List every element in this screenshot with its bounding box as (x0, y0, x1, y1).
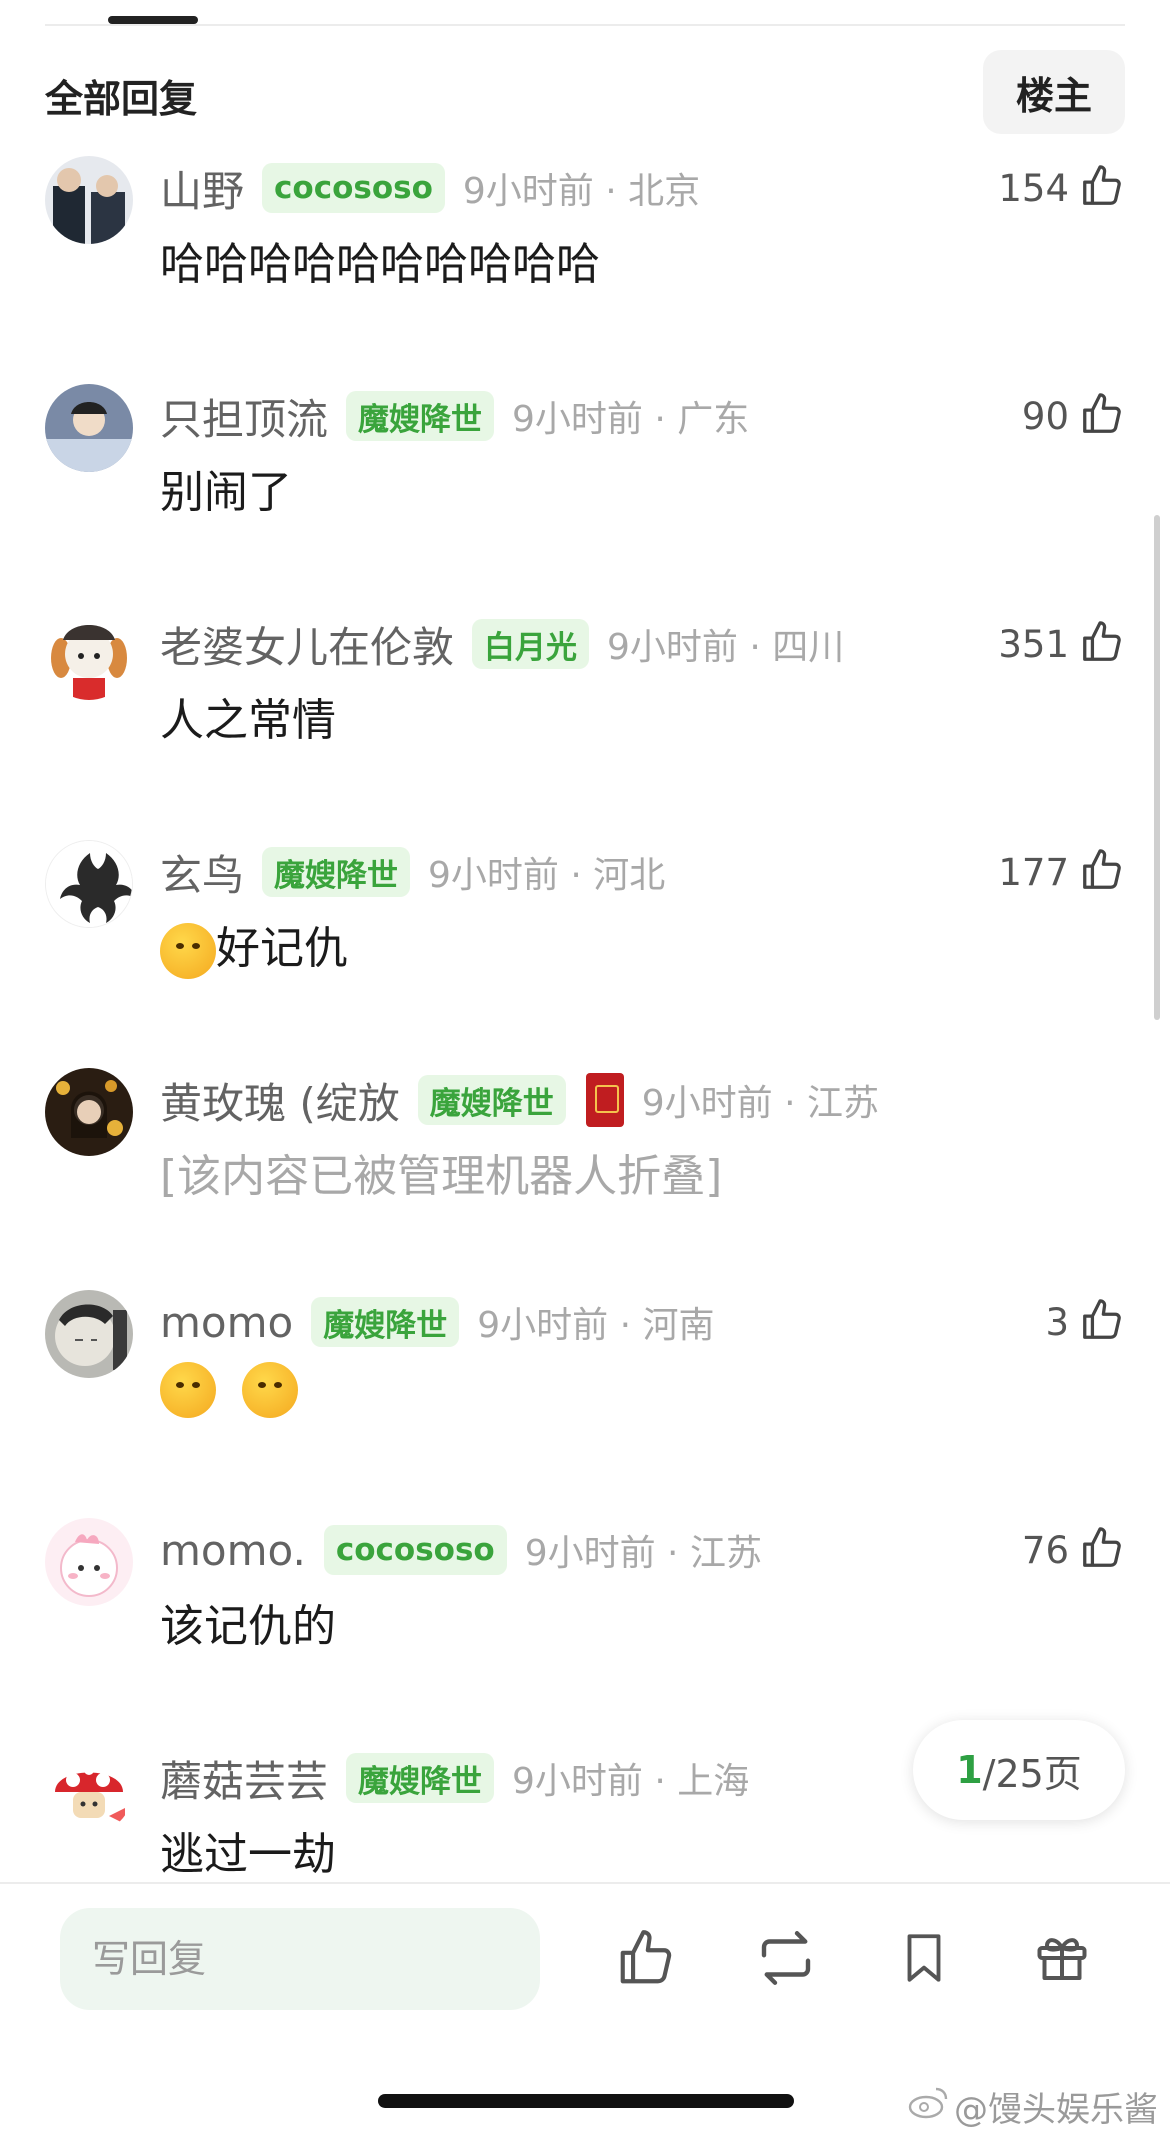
repost-button[interactable] (746, 1920, 826, 2000)
gift-button[interactable] (1022, 1920, 1102, 2000)
fan-badge: 魔嫂降世 (417, 1075, 566, 1125)
comment-text: 逃过一劫 (160, 1829, 336, 1880)
username[interactable]: 只担顶流 (160, 386, 328, 447)
like-control[interactable]: 177 (998, 844, 1125, 900)
username[interactable]: 玄鸟 (160, 842, 244, 903)
comment-item: 只担顶流 魔嫂降世 9小时前 · 广东 别闹了 90 (0, 384, 1170, 584)
fan-badge: cocososo (323, 1525, 507, 1575)
timestamp-location: 9小时前 · 江苏 (641, 1083, 879, 1124)
timestamp-location: 9小时前 · 北京 (462, 171, 701, 212)
comment-item: momo. cocososo 9小时前 · 江苏 该记仇的 76 (0, 1518, 1170, 1718)
comment-item: 山野 cocososo 9小时前 · 北京 哈哈哈哈哈哈哈哈哈哈 154 (0, 156, 1170, 356)
like-control[interactable]: 3 (1045, 1294, 1125, 1350)
like-count: 3 (1045, 1300, 1069, 1344)
reply-input[interactable] (60, 1908, 540, 2010)
watermark-text: @馒头娱乐酱 (954, 2090, 1158, 2130)
comment-item: 玄鸟 魔嫂降世 9小时前 · 河北 好记仇 177 (0, 840, 1170, 1040)
avatar[interactable] (45, 840, 133, 928)
fan-badge: cocososo (262, 163, 445, 213)
username[interactable]: 山野 (160, 158, 244, 219)
avatar[interactable] (45, 612, 133, 700)
comment-text-body: 好记仇 (216, 923, 348, 974)
comment-item: momo 魔嫂降世 9小时前 · 河南 3 (0, 1290, 1170, 1490)
comment-text: 好记仇 (160, 912, 348, 979)
thumbs-up-icon[interactable] (1079, 847, 1125, 897)
username[interactable]: 黄玫瑰 (绽放 (160, 1070, 400, 1131)
avatar[interactable] (45, 384, 133, 472)
fan-badge: 魔嫂降世 (346, 391, 495, 441)
page-title: 全部回复 (45, 77, 198, 121)
divider (45, 24, 1125, 26)
avatar[interactable] (45, 1068, 133, 1156)
red-medal-icon (585, 1073, 624, 1127)
thumbs-up-icon[interactable] (1079, 619, 1125, 669)
timestamp-location: 9小时前 · 上海 (512, 1761, 750, 1802)
comment-item: 黄玫瑰 (绽放 魔嫂降世 9小时前 · 江苏 [该内容已被管理机器人折叠] (0, 1068, 1170, 1268)
like-control[interactable]: 76 (1022, 1522, 1125, 1578)
thumbs-up-icon[interactable] (1079, 391, 1125, 441)
comment-text: 别闹了 (160, 467, 292, 518)
username[interactable]: momo (160, 1298, 293, 1347)
comment-item: 老婆女儿在伦敦 白月光 9小时前 · 四川 人之常情 351 (0, 612, 1170, 812)
timestamp-location: 9小时前 · 河北 (428, 855, 666, 896)
op-only-filter-button[interactable]: 楼主 (983, 50, 1125, 134)
timestamp-location: 9小时前 · 四川 (607, 627, 845, 668)
thumbs-up-icon[interactable] (1079, 1297, 1125, 1347)
avatar[interactable] (45, 1746, 133, 1834)
fan-badge: 白月光 (472, 619, 590, 669)
timestamp-location: 9小时前 · 河南 (477, 1305, 715, 1346)
like-control[interactable]: 154 (998, 160, 1125, 216)
page-indicator[interactable]: 1 /25页 (913, 1720, 1125, 1820)
like-count: 351 (998, 622, 1069, 666)
tab-indicator (108, 16, 198, 24)
comment-text: 哈哈哈哈哈哈哈哈哈哈 (160, 239, 600, 290)
bookmark-button[interactable] (884, 1920, 964, 2000)
face-with-hand-over-mouth-emoji (242, 1362, 298, 1418)
timestamp-location: 9小时前 · 广东 (512, 399, 750, 440)
comment-text: 人之常情 (160, 695, 336, 746)
like-count: 76 (1021, 1528, 1069, 1572)
like-control[interactable]: 351 (998, 616, 1125, 672)
thumbs-up-icon[interactable] (1079, 1525, 1125, 1575)
like-button[interactable] (606, 1920, 686, 2000)
fan-badge: 魔嫂降世 (262, 847, 411, 897)
avatar[interactable] (45, 1518, 133, 1606)
like-count: 90 (1021, 394, 1069, 438)
avatar[interactable] (45, 1290, 133, 1378)
like-count: 154 (998, 166, 1069, 210)
thumbs-up-icon[interactable] (1079, 163, 1125, 213)
like-control[interactable]: 90 (1022, 388, 1125, 444)
home-indicator (378, 2094, 794, 2108)
scrollbar[interactable] (1154, 515, 1160, 1020)
weibo-logo-icon (908, 2085, 948, 2128)
avatar[interactable] (45, 156, 133, 244)
username[interactable]: momo. (160, 1526, 306, 1575)
comment-text: 该记仇的 (160, 1601, 336, 1652)
sneezing-face-emoji (160, 1362, 216, 1418)
like-count: 177 (998, 850, 1069, 894)
username[interactable]: 老婆女儿在伦敦 (160, 614, 454, 675)
timestamp-location: 9小时前 · 江苏 (524, 1533, 762, 1574)
bookmark-icon (895, 1929, 953, 1991)
gift-icon (1032, 1928, 1092, 1992)
total-pages: /25页 (982, 1751, 1082, 1796)
tears-of-joy-emoji (160, 923, 216, 979)
folded-comment-notice[interactable]: [该内容已被管理机器人折叠] (160, 1140, 722, 1204)
current-page: 1 (956, 1748, 983, 1792)
watermark: @馒头娱乐酱 (908, 2082, 1158, 2131)
comment-text (160, 1362, 298, 1418)
fan-badge: 魔嫂降世 (346, 1753, 495, 1803)
username[interactable]: 蘑菇芸芸 (160, 1748, 328, 1809)
fan-badge: 魔嫂降世 (311, 1297, 460, 1347)
repost-icon (753, 1925, 819, 1995)
thumbs-up-icon (615, 1927, 677, 1993)
